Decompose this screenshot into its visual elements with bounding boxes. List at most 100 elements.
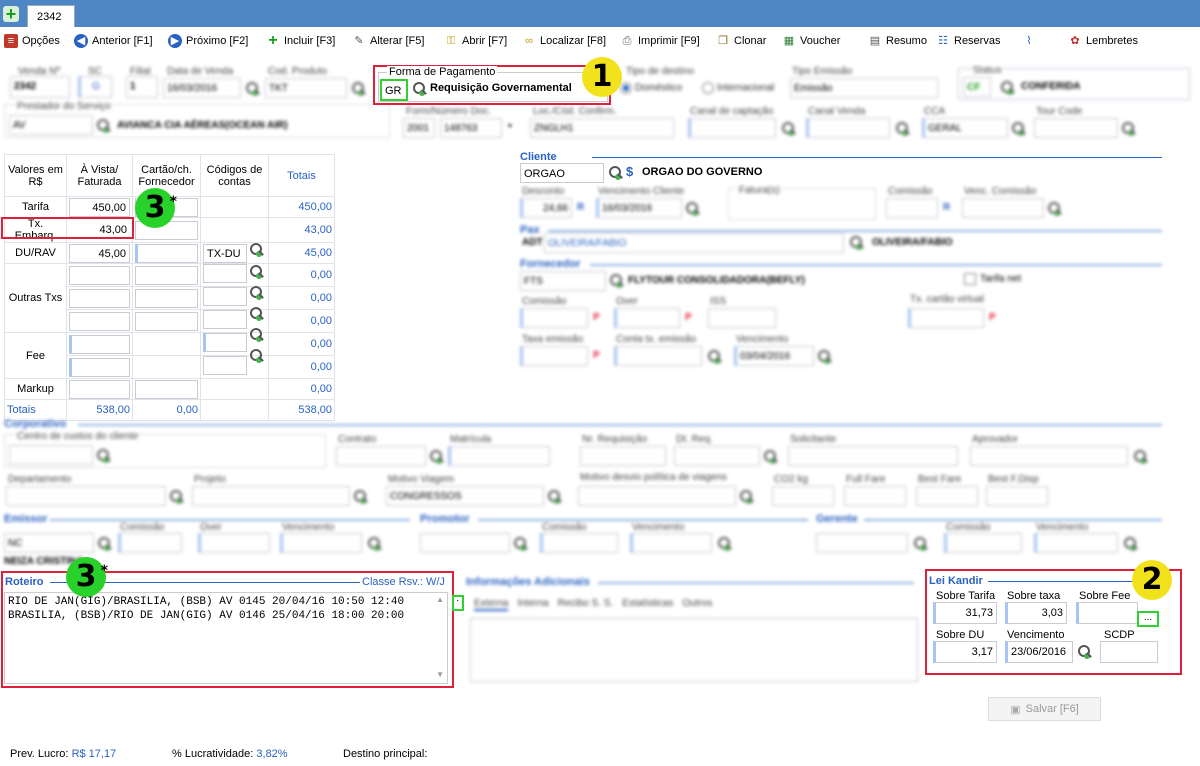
dollar-icon[interactable]: $ — [626, 164, 633, 179]
pax-name-field[interactable]: OLIVEIRA/FABIO — [544, 233, 844, 253]
du-rav-cash-field[interactable]: 45,00 — [69, 243, 130, 263]
manager-code-field[interactable] — [816, 533, 908, 553]
search-icon[interactable] — [609, 166, 623, 180]
search-icon[interactable] — [1012, 122, 1026, 136]
over-field[interactable] — [614, 308, 680, 328]
options-button[interactable]: ≡ Opções — [4, 32, 60, 50]
status-code-field[interactable]: CF — [963, 77, 991, 97]
fee-cash-field-1[interactable] — [69, 334, 130, 354]
issuer-code-field[interactable]: NC — [4, 533, 94, 553]
search-icon[interactable] — [250, 243, 264, 257]
tab-internal[interactable]: Interna — [517, 598, 548, 611]
trip-reason-field[interactable]: CONGRESSOS — [386, 486, 544, 506]
search-icon[interactable] — [250, 286, 264, 300]
search-icon[interactable] — [250, 349, 264, 363]
lk-fee-more-button[interactable]: ... — [1137, 611, 1159, 627]
approver-field[interactable] — [970, 446, 1128, 466]
full-fare-field[interactable] — [844, 486, 906, 506]
policy-deviation-field[interactable] — [578, 486, 736, 506]
promoter-commission-field[interactable] — [540, 533, 618, 553]
search-icon[interactable] — [896, 122, 910, 136]
sale-date-field[interactable]: 16/03/2016 — [163, 78, 241, 98]
search-icon[interactable] — [740, 490, 754, 504]
outras-account-field-1[interactable] — [203, 264, 247, 283]
discount-field[interactable]: 24,66 — [520, 198, 572, 218]
lk-taxa-field[interactable]: 3,03 — [1005, 602, 1067, 624]
tab-statistics[interactable]: Estatísticas — [622, 598, 673, 611]
sc-field[interactable]: G — [78, 76, 112, 98]
outras-cash-field-1[interactable] — [69, 265, 130, 285]
attach-button[interactable]: ⌇ — [1022, 32, 1040, 50]
search-icon[interactable] — [97, 119, 111, 133]
search-icon[interactable] — [782, 122, 796, 136]
emission-account-field[interactable] — [614, 346, 702, 366]
search-icon[interactable] — [368, 537, 382, 551]
include-button[interactable]: + Incluir [F3] — [266, 32, 335, 50]
request-date-field[interactable] — [674, 446, 760, 466]
add-tab-icon[interactable]: + — [3, 5, 19, 23]
product-code-field[interactable]: TKT — [265, 78, 347, 98]
search-icon[interactable] — [708, 350, 722, 364]
summary-button[interactable]: ▤ Resumo — [868, 32, 927, 50]
search-icon[interactable] — [1001, 81, 1015, 95]
search-icon[interactable] — [686, 202, 700, 216]
client-commission-field[interactable] — [886, 198, 938, 218]
search-icon[interactable] — [1134, 450, 1148, 464]
payment-code-field[interactable]: GR — [380, 79, 408, 101]
previous-button[interactable]: ◀ Anterior [F1] — [74, 32, 153, 50]
locator-field[interactable]: ZNGLH1 — [530, 118, 674, 138]
search-icon[interactable] — [250, 265, 264, 279]
request-number-field[interactable] — [580, 446, 666, 466]
search-icon[interactable] — [246, 82, 260, 96]
search-icon[interactable] — [97, 449, 111, 463]
cca-field[interactable]: GERAL — [922, 118, 1008, 138]
search-icon[interactable] — [548, 490, 562, 504]
provider-code-field[interactable]: AV — [9, 115, 93, 135]
supplier-due-field[interactable]: 03/04/2016 — [734, 346, 814, 366]
lk-du-field[interactable]: 3,17 — [933, 641, 997, 663]
radio-domestic[interactable]: Doméstico — [620, 82, 682, 94]
search-icon[interactable] — [610, 274, 624, 288]
best-fare-field[interactable] — [916, 486, 978, 506]
best-fare-disp-field[interactable] — [986, 486, 1048, 506]
du-rav-card-field[interactable] — [135, 243, 198, 263]
print-button[interactable]: ⎙ Imprimir [F9] — [620, 32, 700, 50]
search-icon[interactable] — [818, 350, 832, 364]
tab-sale[interactable]: 2342 — [27, 5, 75, 27]
requester-field[interactable] — [788, 446, 958, 466]
voucher-button[interactable]: ▦ Voucher — [782, 32, 841, 50]
supplier-commission-field[interactable] — [520, 308, 588, 328]
search-icon[interactable] — [1122, 122, 1136, 136]
search-icon[interactable] — [914, 537, 928, 551]
department-field[interactable] — [6, 486, 166, 506]
branch-field[interactable]: 1 — [126, 76, 158, 98]
fee-account-field-2[interactable] — [203, 356, 247, 375]
lk-tarifa-field[interactable]: 31,73 — [933, 602, 997, 624]
sale-channel-field[interactable] — [806, 118, 890, 138]
iss-field[interactable] — [708, 308, 776, 328]
cost-center-field[interactable] — [9, 445, 93, 465]
sale-number-field[interactable]: 2342 — [10, 76, 70, 98]
search-icon[interactable] — [764, 450, 778, 464]
scroll-up-icon[interactable]: ▲ — [436, 595, 444, 604]
search-icon[interactable] — [250, 328, 264, 342]
scroll-down-icon[interactable]: ▼ — [436, 670, 444, 679]
manager-due-field[interactable] — [1034, 533, 1118, 553]
commission-due-field[interactable] — [962, 198, 1044, 218]
search-icon[interactable] — [850, 236, 864, 250]
registration-field[interactable] — [448, 446, 550, 466]
issuer-commission-field[interactable] — [118, 533, 182, 553]
clone-button[interactable]: ❐ Clonar — [716, 32, 766, 50]
save-button[interactable]: ▣ Salvar [F6] — [988, 697, 1101, 721]
doc-field[interactable]: 148763 — [440, 118, 502, 138]
search-icon[interactable] — [718, 537, 732, 551]
search-icon[interactable] — [413, 82, 427, 96]
promoter-code-field[interactable] — [420, 533, 510, 553]
form-field[interactable]: 2001 — [403, 118, 435, 138]
supplier-code-field[interactable]: FTS — [520, 271, 606, 291]
radio-international[interactable]: Internacional — [702, 82, 774, 94]
outras-card-field-1[interactable] — [135, 265, 198, 285]
outras-cash-field-3[interactable] — [69, 311, 130, 331]
outras-account-field-3[interactable] — [203, 310, 247, 329]
scdp-field[interactable] — [1100, 641, 1158, 663]
